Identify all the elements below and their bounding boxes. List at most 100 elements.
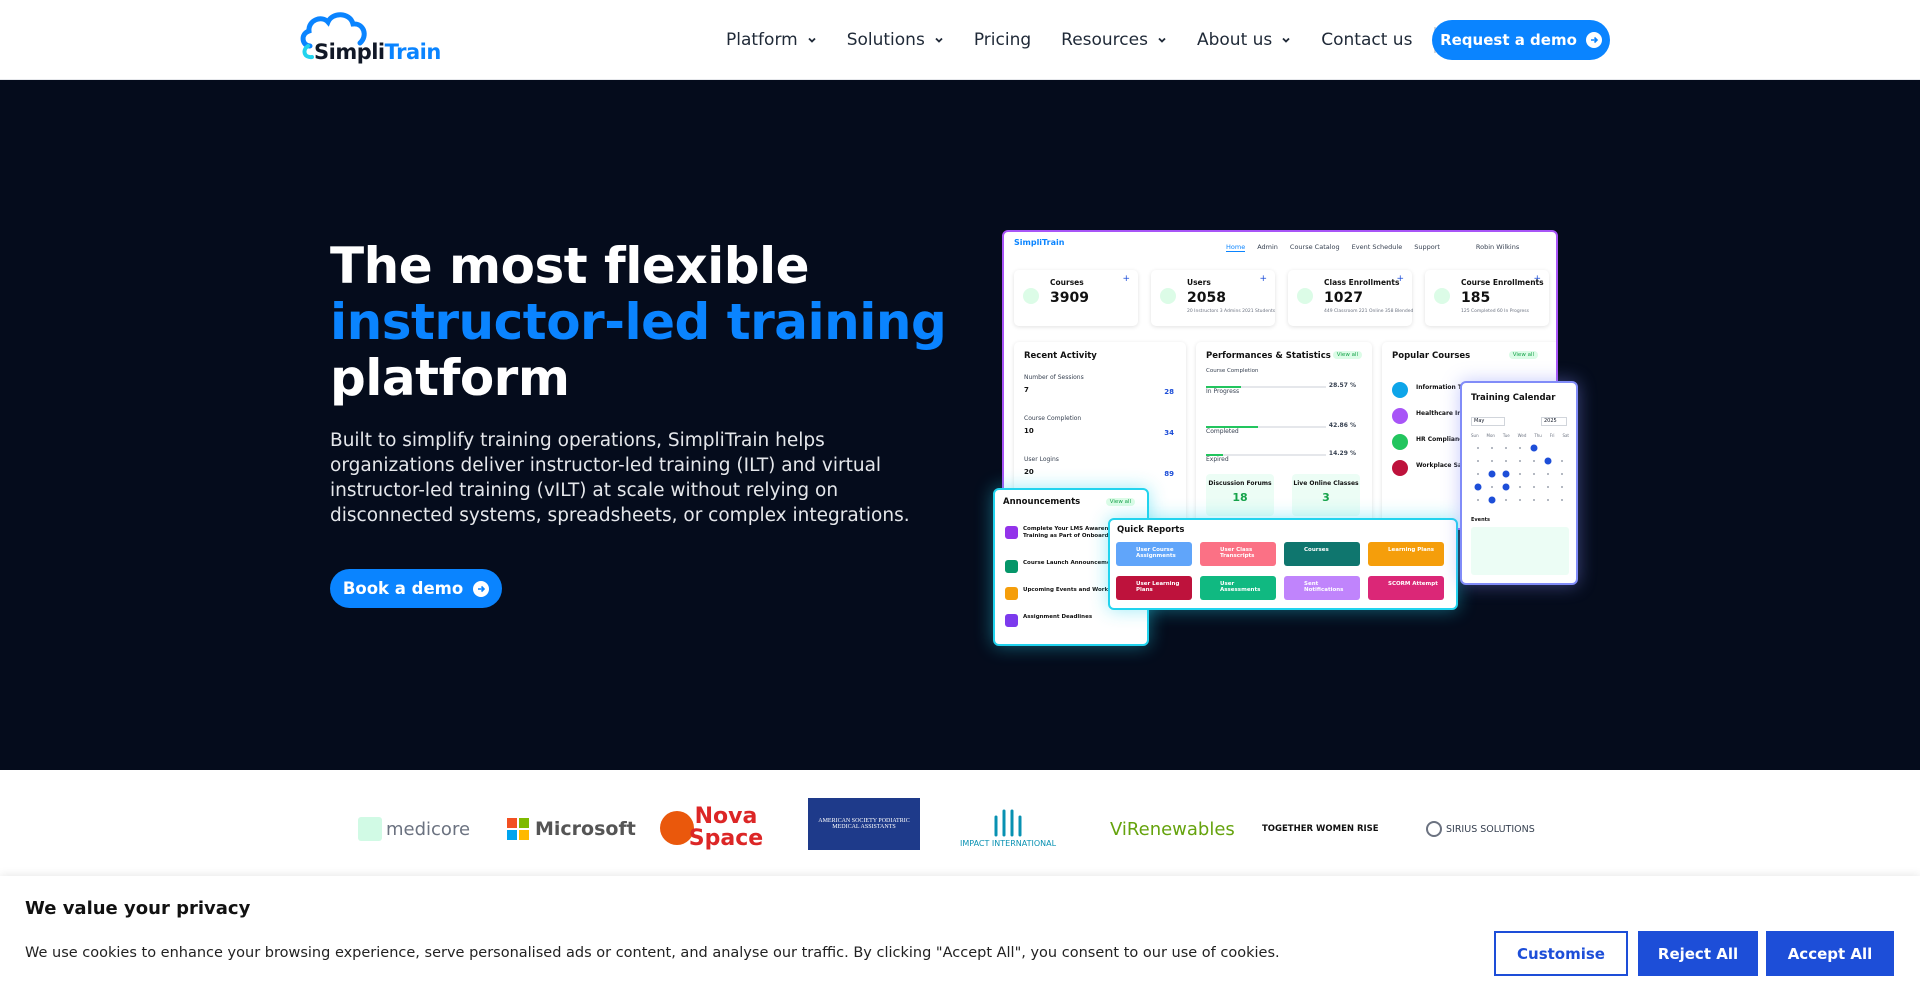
quick-report-button[interactable]: Learning Plans — [1368, 542, 1444, 566]
class-icon — [1297, 288, 1313, 304]
arrow-right-icon — [1585, 32, 1602, 48]
logo-wordmark: SimpliTrain — [314, 40, 441, 64]
stat-card-courses: + Courses 3909 — [1014, 270, 1138, 326]
perf-bar-fill — [1206, 386, 1241, 388]
events-label: Events — [1471, 517, 1490, 523]
customer-logos: medicore Microsoft Nova Space AMERICAN S… — [0, 770, 1920, 890]
perf-bar — [1206, 386, 1326, 388]
simplitrain-logo[interactable]: SimpliTrain — [300, 10, 441, 66]
course-icon — [1392, 460, 1408, 476]
cookie-title: We value your privacy — [25, 898, 251, 919]
quick-report-button[interactable]: Sent Notifications — [1284, 576, 1360, 600]
live-classes-box: Live Online Classes 3 — [1292, 474, 1360, 516]
card-title: Popular Courses — [1392, 351, 1471, 361]
card-title: Announcements — [1003, 497, 1081, 507]
request-demo-button[interactable]: Request a demo — [1432, 20, 1610, 60]
course-icon — [1392, 408, 1408, 424]
quick-report-button[interactable]: User Class Transcripts — [1200, 542, 1276, 566]
month-select[interactable]: May — [1471, 417, 1505, 426]
card-title: Quick Reports — [1117, 525, 1185, 535]
logo-podiatric: AMERICAN SOCIETY PODIATRIC MEDICAL ASSIS… — [808, 798, 920, 850]
logo-virenewables: ViRenewables — [1110, 818, 1235, 840]
logo-medicore: medicore — [358, 806, 470, 852]
nav-platform[interactable]: Platform — [726, 30, 817, 50]
activity-today: 10 — [1024, 427, 1034, 435]
nav-pricing[interactable]: Pricing — [974, 30, 1031, 50]
weekday-row: Sun Mon Tue Wed Thu Fri Sat — [1471, 433, 1569, 438]
quick-report-button[interactable]: User Assessments — [1200, 576, 1276, 600]
course-icon — [1392, 434, 1408, 450]
plus-icon: + — [1122, 274, 1130, 284]
perf-row: Expired 14.29 % — [1206, 450, 1356, 463]
logo-impact-international: IMPACT INTERNATIONAL — [960, 798, 1056, 856]
view-all-link[interactable]: View all — [1508, 351, 1538, 359]
stat-value: 1027 — [1324, 290, 1363, 306]
activity-today: 7 — [1024, 386, 1029, 394]
quick-report-button[interactable]: Courses — [1284, 542, 1360, 566]
main-nav: Platform Solutions Pricing Resources Abo… — [726, 0, 1454, 80]
year-select[interactable]: 2025 — [1541, 417, 1567, 426]
plus-icon: + — [1259, 274, 1267, 284]
announcement-icon — [1005, 560, 1018, 573]
stat-sub: 449 Classroom 221 Online 358 Blended — [1324, 309, 1414, 314]
activity-row: Number of Sessions 7 28 — [1024, 374, 1174, 396]
users-icon — [1160, 288, 1176, 304]
hero-title-line1: The most flexible — [330, 237, 810, 295]
course-icon — [1392, 382, 1408, 398]
cookie-text: We use cookies to enhance your browsing … — [25, 945, 1280, 961]
quick-report-button[interactable]: User Learning Plans — [1116, 576, 1192, 600]
perf-subtitle: Course Completion — [1206, 368, 1259, 374]
enrollment-icon — [1434, 288, 1450, 304]
impact-mark-icon — [994, 809, 1022, 836]
customise-button[interactable]: Customise — [1494, 931, 1628, 976]
announcement-icon — [1005, 614, 1018, 627]
activity-label: Number of Sessions — [1024, 374, 1084, 381]
arrow-right-icon — [473, 580, 490, 597]
quick-reports-panel: Quick Reports User Course Assignments Us… — [1108, 518, 1458, 610]
training-calendar-panel: Training Calendar May 2025 Sun Mon Tue Wed T… — [1460, 381, 1578, 585]
activity-row: User Logins 20 89 — [1024, 456, 1174, 478]
book-demo-button[interactable]: Book a demo — [330, 569, 502, 608]
perf-bar — [1206, 426, 1326, 428]
quick-report-button[interactable]: SCORM Attempt — [1368, 576, 1444, 600]
view-all-link[interactable]: View all — [1105, 498, 1135, 506]
announcement-icon — [1005, 526, 1018, 539]
dashboard-nav-item: Home — [1226, 243, 1246, 252]
medicore-mark-icon — [358, 817, 382, 841]
stat-value: 3909 — [1050, 290, 1089, 306]
nav-about-us[interactable]: About us — [1197, 30, 1291, 50]
view-all-link[interactable]: View all — [1332, 351, 1362, 359]
activity-label: User Logins — [1024, 456, 1059, 463]
hero-heading: The most flexible instructor-led trainin… — [330, 238, 950, 406]
stat-card-class-enrollments: + Class Enrollments 1027 449 Classroom 2… — [1288, 270, 1414, 326]
dashboard-nav-item: Event Schedule — [1351, 243, 1403, 251]
announcement-item: Assignment Deadlines — [1005, 614, 1135, 627]
stat-value: 2058 — [1187, 290, 1226, 306]
nav-resources[interactable]: Resources — [1061, 30, 1167, 50]
stat-label: Users — [1187, 278, 1211, 287]
stat-sub: 125 Completed 60 In Progress — [1461, 309, 1529, 314]
events-list — [1471, 527, 1569, 575]
chevron-down-icon — [1282, 37, 1290, 43]
nav-solutions[interactable]: Solutions — [847, 30, 944, 50]
calendar-grid — [1474, 444, 1563, 504]
dashboard-nav-item: Course Catalog — [1289, 243, 1340, 251]
performance-card: Performances & Statistics View all Cours… — [1196, 342, 1372, 528]
accept-all-button[interactable]: Accept All — [1766, 931, 1894, 976]
card-title: Recent Activity — [1024, 351, 1097, 361]
activity-today: 20 — [1024, 468, 1034, 476]
logo-together-women-rise: TOGETHER WOMEN RISE — [1262, 824, 1379, 834]
forums-box: Discussion Forums 18 — [1206, 474, 1274, 516]
microsoft-logo-icon — [507, 818, 529, 840]
stat-label: Courses — [1050, 278, 1084, 287]
dashboard-nav-item: Support — [1414, 243, 1440, 251]
dashboard-nav: Home Admin Course Catalog Event Schedule… — [1226, 243, 1519, 252]
reject-all-button[interactable]: Reject All — [1638, 931, 1758, 976]
hero-description: Built to simplify training operations, S… — [330, 430, 910, 526]
hero-title-accent: instructor-led training — [330, 293, 947, 351]
quick-report-button[interactable]: User Course Assignments — [1116, 542, 1192, 566]
stat-label: Course Enrollments — [1461, 278, 1544, 287]
activity-label: Course Completion — [1024, 415, 1082, 422]
logo-microsoft: Microsoft — [507, 806, 636, 852]
nav-contact-us[interactable]: Contact us — [1321, 30, 1412, 50]
